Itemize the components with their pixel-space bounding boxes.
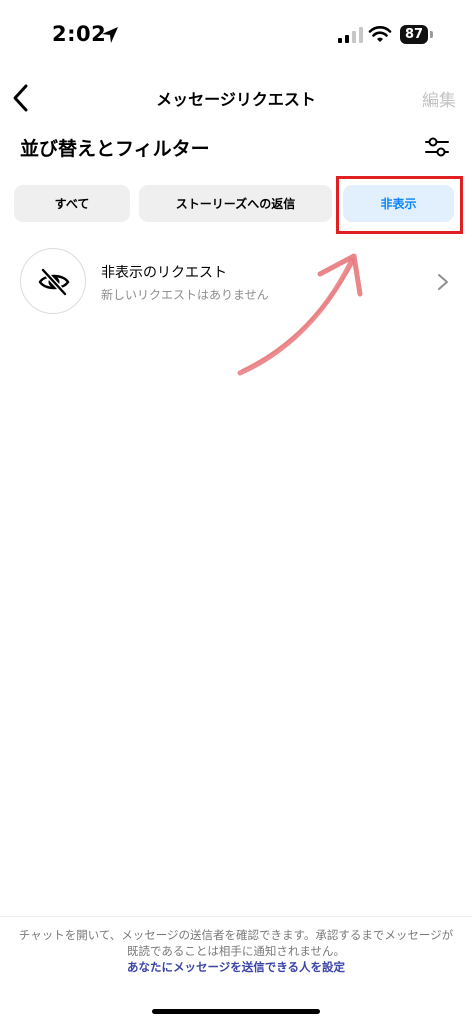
highlight-annotation-box: [336, 176, 463, 234]
filter-sliders-icon[interactable]: [424, 134, 450, 160]
battery-icon: 87: [400, 25, 434, 45]
home-indicator[interactable]: [152, 1009, 320, 1014]
footer-notice: チャットを開いて、メッセージの送信者を確認できます。承認するまでメッセージが既読…: [18, 928, 454, 958]
message-settings-link[interactable]: あなたにメッセージを送信できる人を設定: [0, 959, 472, 975]
chevron-right-icon: [438, 274, 448, 290]
footer: チャットを開いて、メッセージの送信者を確認できます。承認するまでメッセージが既読…: [0, 916, 472, 1006]
status-bar: 2:02 87: [0, 0, 472, 70]
sort-filter-header: 並び替えとフィルター: [20, 132, 452, 164]
request-title: 非表示のリクエスト: [101, 265, 227, 281]
nav-bar: メッセージリクエスト 編集: [0, 76, 472, 120]
location-arrow-icon: [102, 27, 118, 43]
avatar: [20, 248, 86, 314]
edit-button[interactable]: 編集: [422, 86, 456, 111]
eye-slash-icon: [38, 267, 70, 297]
cellular-signal-icon: [338, 27, 363, 43]
chip-all[interactable]: すべて: [14, 185, 130, 222]
section-title: 並び替えとフィルター: [20, 138, 210, 160]
chip-story-replies[interactable]: ストーリーズへの返信: [139, 185, 332, 222]
battery-level: 87: [400, 25, 428, 44]
status-time: 2:02: [52, 22, 107, 46]
annotation-arrow-icon: [237, 253, 363, 376]
wifi-icon: [368, 26, 392, 42]
page-title: メッセージリクエスト: [156, 90, 316, 109]
battery-nub: [430, 31, 433, 38]
